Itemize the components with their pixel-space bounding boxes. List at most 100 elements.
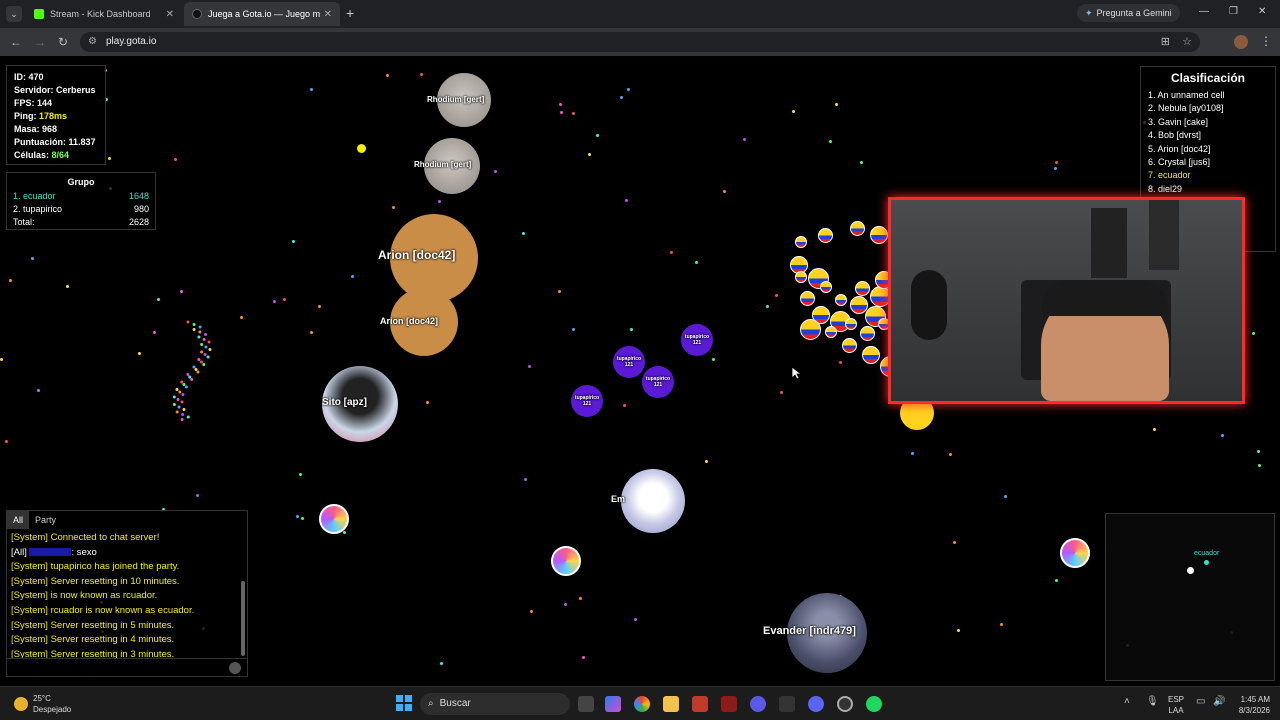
group-title: Grupo [67, 177, 95, 187]
monitor-icon[interactable]: ▭ [1196, 696, 1205, 707]
chrome-icon[interactable] [634, 696, 650, 712]
chat-message: [System] Server resetting in 5 minutes. [11, 619, 175, 631]
food-pellet [743, 138, 746, 141]
food-pellet [178, 390, 182, 394]
close-icon[interactable]: ✕ [324, 9, 332, 20]
close-window-icon[interactable]: ✕ [1258, 6, 1266, 17]
leaderboard-item: 6. Crystal [jus6] [1148, 156, 1211, 167]
forward-icon[interactable]: → [34, 35, 46, 49]
leaderboard-item: 2. Nebula [ay0108] [1148, 103, 1224, 114]
file-explorer-icon[interactable] [663, 696, 679, 712]
food-pellet [620, 96, 623, 99]
chat-tab-all[interactable]: All [7, 511, 30, 529]
chat-input[interactable] [7, 658, 247, 676]
emoji-icon[interactable] [229, 662, 241, 674]
chevron-up-icon[interactable]: ˄ [1124, 696, 1130, 707]
cell-ecuador [850, 221, 865, 236]
cell-ecuador [818, 228, 833, 243]
game-canvas[interactable]: Rhodium [gert] Rhodium [gert] Arion [doc… [0, 56, 1280, 686]
minimap-player-dot [1204, 560, 1209, 565]
bookmark-star-icon[interactable]: ☆ [1182, 35, 1192, 48]
food-pellet [310, 88, 313, 91]
volume-icon[interactable]: 🔊 [1213, 696, 1225, 707]
tab-kick-dashboard[interactable]: Stream - Kick Dashboard ✕ [26, 2, 182, 26]
food-pellet [670, 251, 673, 254]
mic-icon[interactable]: 🎙 [1146, 696, 1159, 707]
app-icon[interactable] [721, 696, 737, 712]
taskbar-search[interactable]: ⌕ Buscar [420, 693, 570, 715]
food-pellet [839, 361, 842, 364]
language-indicator[interactable]: ESP LAA [1168, 694, 1184, 716]
new-tab-icon[interactable]: + [346, 5, 354, 21]
minimize-icon[interactable]: — [1199, 6, 1209, 17]
food-pellet [200, 343, 204, 346]
cell-em: Em [611, 469, 685, 533]
food-pellet [530, 610, 533, 613]
group-total: Total: 2628 [13, 217, 149, 227]
tab-list-chevron-icon[interactable]: ⌄ [6, 6, 22, 22]
leaderboard-item: 3. Gavin [cake] [1148, 116, 1209, 127]
stat-mass: Masa: 968 [14, 124, 58, 134]
food-pellet [522, 232, 525, 235]
gemini-button[interactable]: ✦ Pregunta a Gemini [1077, 4, 1180, 22]
leaderboard-item: 1. An unnamed cell [1148, 90, 1225, 100]
food-pellet [524, 478, 527, 481]
cell-ecuador [855, 281, 870, 296]
windows-start-icon[interactable] [396, 695, 412, 711]
virus-ball [551, 546, 581, 576]
food-pellet [197, 358, 201, 361]
food-pellet [9, 279, 12, 282]
task-view-icon[interactable] [578, 696, 594, 712]
site-info-icon[interactable]: ⚙ [88, 36, 97, 47]
address-bar: ← → ↻ ⚙ play.gota.io ⊞ ☆ ⋮ [0, 28, 1280, 56]
obs-icon[interactable] [837, 696, 853, 712]
food-pellet [957, 629, 960, 632]
close-icon[interactable]: ✕ [166, 9, 174, 20]
cell-rhodium-1: Rhodium [gert] [427, 73, 491, 127]
profile-avatar[interactable] [1234, 35, 1248, 49]
gamepad-icon[interactable] [779, 696, 795, 712]
leaderboard-item: 4. Bob [dvrst] [1148, 130, 1202, 141]
food-pellet [0, 358, 3, 361]
webcam-poster [1149, 200, 1179, 270]
tab-label: Juega a Gota.io — Juego multi [208, 9, 320, 19]
cell-ecuador [835, 294, 847, 306]
food-pellet [426, 401, 429, 404]
group-row: 2. tupapirico 980 [13, 204, 149, 214]
minimap-player-label: ecuador [1194, 550, 1220, 557]
webcam-hair [1041, 280, 1169, 316]
url-field[interactable]: ⚙ play.gota.io ⊞ ☆ [80, 32, 1200, 52]
weather-widget[interactable]: 25°C Despejado [33, 693, 71, 715]
food-pellet [420, 73, 423, 76]
copilot-icon[interactable] [605, 696, 621, 712]
clock-time: 1:45 AM [1240, 695, 1270, 704]
discord-icon[interactable] [808, 696, 824, 712]
cell-arion-2: Arion [doc42] [380, 288, 458, 356]
webcam-speaker [911, 270, 947, 340]
food-pellet [723, 190, 726, 193]
cell-ecuador [800, 291, 815, 306]
food-pellet [440, 662, 443, 665]
food-pellet [283, 298, 286, 301]
food-pellet [192, 365, 196, 369]
food-pellet [949, 453, 952, 456]
app-icon[interactable] [692, 696, 708, 712]
translate-icon[interactable]: ⊞ [1161, 35, 1170, 48]
clock[interactable]: 1:45 AM 8/3/2026 [1226, 694, 1270, 716]
chat-tab-party[interactable]: Party [29, 511, 62, 529]
menu-dots-icon[interactable]: ⋮ [1260, 34, 1272, 48]
skype-icon[interactable] [750, 696, 766, 712]
reload-icon[interactable]: ↻ [58, 35, 68, 49]
food-pellet [194, 368, 198, 371]
maximize-icon[interactable]: ❐ [1229, 6, 1238, 17]
back-icon[interactable]: ← [10, 35, 22, 49]
tab-gota[interactable]: Juega a Gota.io — Juego multi ✕ [184, 2, 340, 26]
chat-scrollbar[interactable] [241, 581, 245, 656]
minimap-party-dot [1187, 567, 1194, 574]
food-pellet [190, 378, 194, 381]
food-pellet [835, 103, 838, 106]
spotify-icon[interactable] [866, 696, 882, 712]
stat-ping: Ping: 178ms [14, 111, 68, 121]
chat-message: [All] : sexo [11, 546, 97, 558]
stat-server: Servidor: Cerberus [14, 85, 96, 95]
